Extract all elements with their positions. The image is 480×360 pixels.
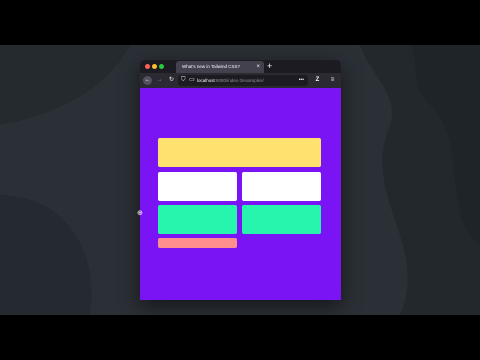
maximize-window-button[interactable] bbox=[159, 64, 164, 69]
url-path: :8080/index-3/examples/ bbox=[214, 78, 264, 83]
menu-icon[interactable]: ≡ bbox=[328, 76, 337, 85]
extension-icon[interactable]: Z bbox=[313, 76, 322, 85]
address-bar[interactable]: ⛉ ▭ localhost:8080/index-3/examples/ ••• bbox=[178, 75, 308, 86]
yellow-block bbox=[158, 138, 321, 167]
page-info-icon[interactable]: ▭ bbox=[189, 76, 195, 85]
white-block-right bbox=[242, 172, 321, 201]
close-window-button[interactable] bbox=[145, 64, 150, 69]
url-text[interactable]: localhost:8080/index-3/examples/ bbox=[197, 76, 287, 85]
back-arrow-icon[interactable]: ← bbox=[143, 76, 152, 85]
tab-active[interactable]: What's new in Tailwind CSS? × bbox=[176, 61, 264, 73]
shield-icon[interactable]: ⛉ bbox=[181, 76, 186, 85]
more-actions-icon[interactable]: ••• bbox=[299, 76, 304, 85]
tab-bar: What's new in Tailwind CSS? × + bbox=[140, 60, 341, 73]
tab-title: What's new in Tailwind CSS? bbox=[182, 64, 241, 69]
browser-window: What's new in Tailwind CSS? × + ← → ↻ ⛉ … bbox=[140, 60, 341, 300]
white-block-left bbox=[158, 172, 237, 201]
tab-close-icon[interactable]: × bbox=[256, 62, 260, 72]
teal-block-right bbox=[242, 205, 321, 234]
teal-block-left bbox=[158, 205, 237, 234]
url-host: localhost bbox=[197, 78, 215, 83]
page-content bbox=[140, 88, 341, 300]
minimize-window-button[interactable] bbox=[152, 64, 157, 69]
cursor-icon: ⊕ bbox=[137, 210, 143, 217]
screen: What's new in Tailwind CSS? × + ← → ↻ ⛉ … bbox=[0, 0, 480, 360]
new-tab-icon[interactable]: + bbox=[267, 60, 272, 73]
pink-block bbox=[158, 238, 237, 248]
reload-icon[interactable]: ↻ bbox=[167, 76, 176, 85]
navigation-bar: ← → ↻ ⛉ ▭ localhost:8080/index-3/example… bbox=[140, 73, 341, 88]
forward-arrow-icon[interactable]: → bbox=[155, 76, 164, 85]
